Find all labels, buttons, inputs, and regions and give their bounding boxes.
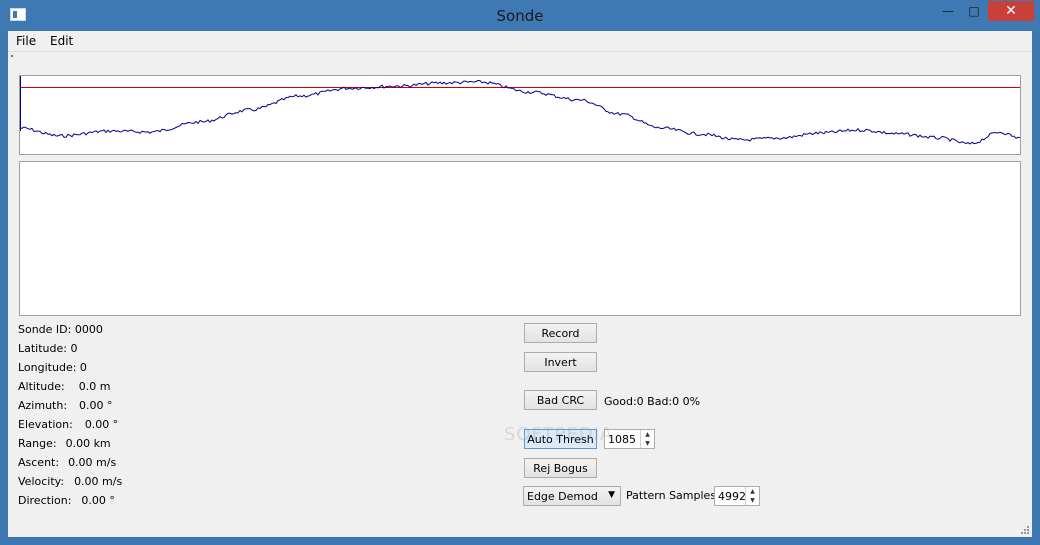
ascent-label: Ascent: (18, 456, 60, 469)
direction-value: 0.00 ° (81, 494, 115, 507)
chevron-down-icon: ▼ (608, 490, 615, 500)
demod-select[interactable]: Edge Demod ▼ (523, 486, 621, 506)
azimuth-value: 0.00 ° (79, 399, 113, 412)
minimize-button[interactable]: — (935, 1, 961, 21)
rej-bogus-button[interactable]: Rej Bogus (524, 458, 597, 478)
elevation-value: 0.00 ° (84, 418, 119, 431)
altitude-label: Altitude: (18, 380, 65, 393)
record-button[interactable]: Record (524, 323, 597, 343)
pattern-samples-label: Pattern Samples: (626, 489, 720, 502)
azimuth-label: Azimuth: (18, 399, 68, 412)
altitude-value: 0.0 m (78, 380, 111, 393)
ascent-row: Ascent: 0.00 m/s (18, 456, 116, 469)
title-bar: Sonde — □ ✕ (0, 0, 1040, 31)
resize-grip-icon[interactable] (1021, 526, 1029, 534)
range-label: Range: (18, 437, 57, 450)
ascent-value: 0.00 m/s (68, 456, 117, 469)
main-window: File Edit Sonde ID: 0000 Latitude: 0 Lon… (8, 31, 1032, 537)
spin-down-icon[interactable]: ▼ (641, 439, 654, 448)
invert-button[interactable]: Invert (524, 352, 597, 372)
maximize-button[interactable]: □ (961, 1, 987, 21)
bad-crc-button[interactable]: Bad CRC (524, 390, 597, 410)
window-title: Sonde (496, 7, 544, 25)
velocity-label: Velocity: (18, 475, 65, 488)
velocity-value: 0.00 m/s (74, 475, 123, 488)
toolbar-separator (8, 51, 1032, 62)
azimuth-row: Azimuth: 0.00 ° (18, 399, 113, 412)
spin-down-icon[interactable]: ▼ (746, 496, 759, 505)
close-button[interactable]: ✕ (988, 1, 1034, 21)
menu-edit[interactable]: Edit (50, 34, 73, 48)
menu-file[interactable]: File (16, 34, 36, 48)
range-value: 0.00 km (65, 437, 111, 450)
spin-up-icon[interactable]: ▲ (641, 430, 654, 439)
pattern-samples-value: 4992 (718, 490, 746, 503)
waveform-svg (20, 76, 1020, 145)
altitude-row: Altitude: 0.0 m (18, 380, 110, 393)
demod-value: Edge Demod (527, 490, 598, 503)
toolbar-handle[interactable] (11, 55, 13, 57)
crc-stats-label: Good:0 Bad:0 0% (604, 395, 701, 408)
pattern-samples-spinbox[interactable]: 4992 ▲ ▼ (714, 486, 760, 506)
signal-line (20, 79, 1020, 145)
waveform-plot (19, 75, 1021, 155)
elevation-label: Elevation: (18, 418, 73, 431)
direction-row: Direction: 0.00 ° (18, 494, 115, 507)
decoded-data-panel (19, 161, 1021, 316)
sonde-id-label: Sonde ID: 0000 (18, 323, 103, 336)
range-row: Range: 0.00 km (18, 437, 111, 450)
velocity-row: Velocity: 0.00 m/s (18, 475, 122, 488)
direction-label: Direction: (18, 494, 72, 507)
menu-bar: File Edit (8, 31, 1032, 51)
spin-up-icon[interactable]: ▲ (746, 487, 759, 496)
longitude-label: Longitude: 0 (18, 361, 87, 374)
latitude-label: Latitude: 0 (18, 342, 78, 355)
watermark: SOFTPEDIA (504, 424, 614, 445)
elevation-row: Elevation: 0.00 ° (18, 418, 118, 431)
